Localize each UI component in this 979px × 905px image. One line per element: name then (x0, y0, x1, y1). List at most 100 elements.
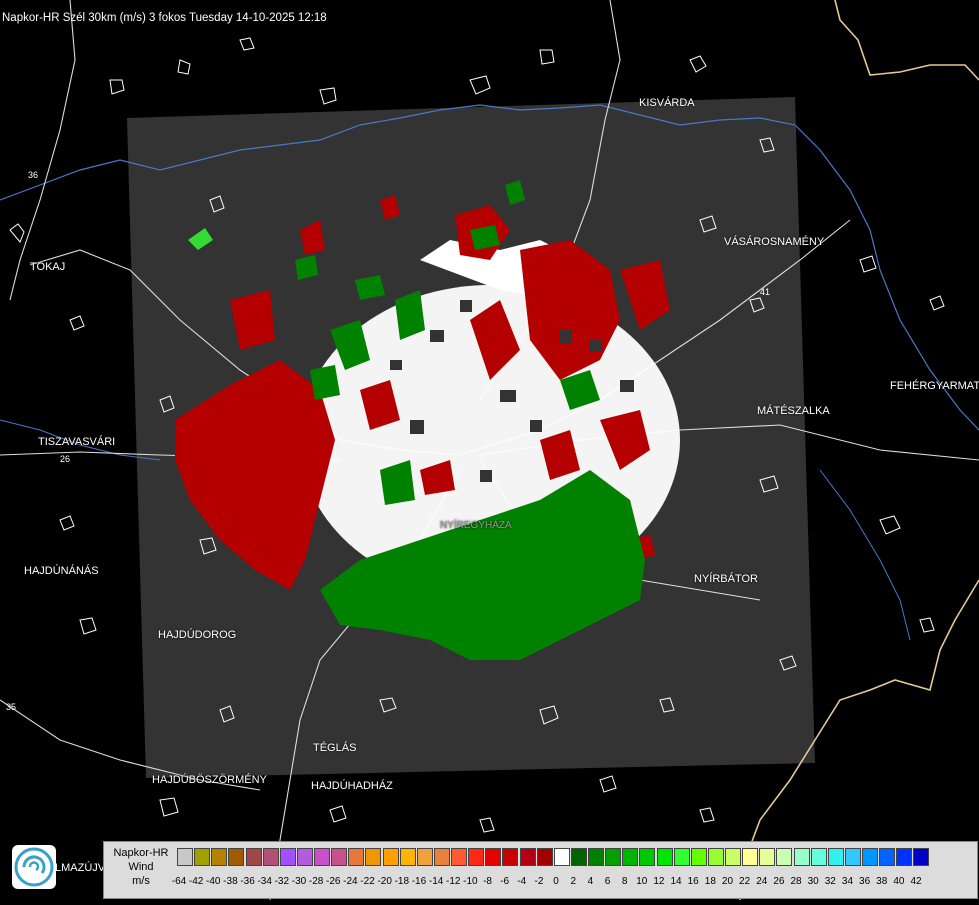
country-border (834, 0, 979, 81)
color-legend: Napkor-HR Wind m/s -64 -42 -40 -38 -36 -34 -32… (103, 841, 978, 899)
legend-swatch (639, 848, 656, 866)
legend-swatch (742, 848, 759, 866)
legend-ticks: -64 -42 -40 -38 -36 -34 -32 -30 -28 -26 -24 -22 -20-… (172, 876, 977, 890)
legend-swatch (399, 848, 416, 866)
legend-swatch (622, 848, 639, 866)
legend-tick-label: 22 (739, 876, 751, 887)
legend-swatch (433, 848, 450, 866)
legend-swatch (177, 848, 193, 866)
road-label-35: 35 (6, 702, 16, 712)
legend-swatch (451, 848, 467, 866)
legend-swatch (348, 848, 365, 866)
town-hajdunanas: HAJDÚNÁNÁS (24, 565, 99, 577)
legend-swatch (776, 848, 793, 866)
legend-quantity: Wind (128, 861, 154, 873)
legend-swatch (810, 848, 827, 866)
legend-swatches (177, 848, 931, 868)
legend-tick-label: -2 (534, 876, 544, 887)
legend-swatch (827, 848, 844, 866)
legend-swatch (331, 848, 348, 866)
legend-tick-label: -28 (308, 876, 324, 887)
town-tokaj: TOKAJ (30, 261, 66, 273)
legend-tick-label: -24 (343, 876, 358, 887)
legend-tick-label: -8 (483, 876, 492, 887)
town-teglas: TÉGLÁS (313, 742, 357, 754)
legend-swatch (570, 848, 587, 866)
legend-tick-label: -32 (274, 876, 290, 887)
legend-swatch (879, 848, 896, 866)
legend-swatch (862, 848, 878, 866)
town-hajduboszormeny: HAJDÚBÖSZÖRMÉNY (152, 774, 267, 786)
legend-swatch (605, 848, 622, 866)
legend-swatch (725, 848, 741, 866)
legend-tick-label: 32 (824, 876, 836, 887)
legend-product: Napkor-HR (113, 847, 169, 859)
legend-swatch (913, 848, 930, 866)
legend-tick-label: 10 (636, 876, 648, 887)
legend-tick-label: 12 (653, 876, 665, 887)
legend-tick-label: -26 (326, 876, 341, 887)
legend-swatch (296, 848, 313, 866)
legend-tick-label: -16 (411, 876, 427, 887)
legend-tick-label: 8 (621, 876, 628, 887)
road-label-41: 41 (760, 287, 770, 297)
town-kisvarda: KISVÁRDA (639, 97, 695, 109)
legend-tick-label: -20 (377, 876, 392, 887)
legend-swatch (211, 848, 228, 866)
legend-swatch (245, 848, 262, 866)
radar-title: Napkor-HR Szél 30km (m/s) 3 fokos Tuesda… (2, 12, 327, 24)
legend-swatch (896, 848, 913, 866)
legend-tick-label: -6 (500, 876, 510, 887)
legend-tick-label: -18 (394, 876, 410, 887)
legend-tick-label: 14 (670, 876, 682, 887)
legend-swatch (588, 848, 604, 866)
road-label-36: 36 (28, 170, 38, 180)
radar-map: 36 35 41 26 (0, 0, 979, 901)
legend-tick-label: 24 (756, 876, 768, 887)
legend-swatch (673, 848, 690, 866)
legend-tick-label: 16 (687, 876, 699, 887)
legend-swatch (365, 848, 382, 866)
legend-swatch (228, 848, 245, 866)
omsz-logo (12, 845, 56, 889)
legend-swatch (502, 848, 519, 866)
legend-tick-label: -64 (171, 876, 187, 887)
legend-swatch (690, 848, 707, 866)
legend-tick-label: -22 (360, 876, 375, 887)
legend-tick-label: -4 (517, 876, 527, 887)
legend-tick-label: -30 (291, 876, 307, 887)
town-nyiregyhaza: NYÍREGYHÁZA (440, 520, 512, 531)
legend-swatch (194, 848, 211, 866)
legend-swatch (519, 848, 536, 866)
legend-swatch (553, 848, 570, 866)
legend-tick-label: -36 (240, 876, 255, 887)
legend-tick-label: 42 (910, 876, 922, 887)
legend-tick-label: -12 (446, 876, 461, 887)
town-hajdudorog: HAJDÚDOROG (158, 629, 237, 641)
legend-tick-label: 18 (704, 876, 716, 887)
legend-swatch (314, 848, 330, 866)
road-label-26: 26 (60, 454, 70, 464)
legend-tick-label: 26 (773, 876, 785, 887)
legend-tick-label: 6 (604, 876, 611, 887)
legend-tick-label: 40 (893, 876, 905, 887)
legend-tick-label: 28 (790, 876, 802, 887)
legend-tick-label: -10 (463, 876, 478, 887)
legend-tick-label: 4 (587, 876, 594, 887)
swirl-icon (14, 847, 54, 887)
legend-tick-label: -34 (257, 876, 272, 887)
legend-tick-label: 34 (841, 876, 854, 887)
legend-swatch (382, 848, 399, 866)
legend-tick-label: 0 (553, 876, 559, 887)
legend-swatch (656, 848, 673, 866)
river-krasna (819, 469, 911, 641)
legend-tick-label: 20 (721, 876, 734, 887)
town-mateszalka: MÁTÉSZALKA (757, 405, 830, 417)
map-canvas: 36 35 41 26 (0, 0, 979, 901)
legend-swatch (793, 848, 810, 866)
legend-swatch (844, 848, 861, 866)
legend-swatch (536, 848, 553, 866)
town-tiszavasvari: TISZAVASVÁRI (38, 436, 116, 448)
legend-tick-label: -40 (206, 876, 221, 887)
legend-tick-label: 36 (859, 876, 871, 887)
